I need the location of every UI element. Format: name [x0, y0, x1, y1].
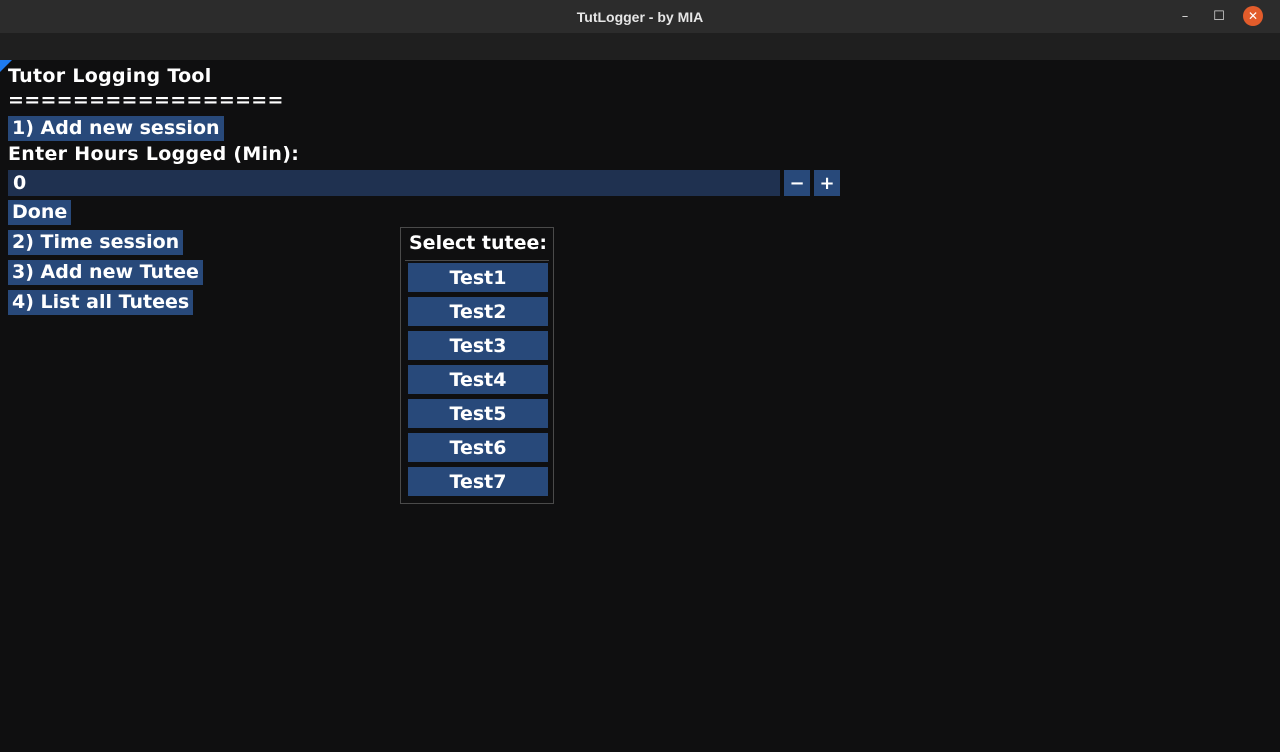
menu-bar: [0, 33, 1280, 60]
done-button[interactable]: Done: [8, 200, 72, 225]
time-session-button[interactable]: 2) Time session: [8, 230, 184, 255]
select-tutee-popup: Select tutee: Test1 Test2 Test3 Test4 Te…: [400, 227, 554, 504]
window-controls: – ☐ ✕: [1168, 5, 1270, 27]
list-all-tutees-button[interactable]: 4) List all Tutees: [8, 290, 194, 315]
plus-icon: +: [819, 172, 835, 194]
tutee-option[interactable]: Test1: [408, 263, 548, 292]
app-heading: Tutor Logging Tool: [8, 65, 212, 87]
tutee-option[interactable]: Test3: [408, 331, 548, 360]
app-canvas: Tutor Logging Tool ================= 1) …: [0, 60, 1280, 752]
increment-button[interactable]: +: [814, 170, 840, 196]
tutee-option[interactable]: Test5: [408, 399, 548, 428]
close-button[interactable]: ✕: [1236, 5, 1270, 27]
window-titlebar: TutLogger - by MIA – ☐ ✕: [0, 0, 1280, 33]
minimize-icon: –: [1181, 8, 1189, 24]
add-new-session-button[interactable]: 1) Add new session: [8, 116, 224, 141]
popup-divider: [405, 260, 549, 261]
tutee-option[interactable]: Test6: [408, 433, 548, 462]
hours-input[interactable]: 0: [8, 170, 780, 196]
tutee-option[interactable]: Test4: [408, 365, 548, 394]
tutee-option[interactable]: Test2: [408, 297, 548, 326]
decrement-button[interactable]: −: [784, 170, 810, 196]
maximize-button[interactable]: ☐: [1202, 5, 1236, 27]
minus-icon: −: [789, 172, 805, 194]
close-icon: ✕: [1243, 6, 1263, 26]
hours-label: Enter Hours Logged (Min):: [8, 143, 300, 165]
heading-divider: =================: [8, 89, 284, 111]
add-new-tutee-button[interactable]: 3) Add new Tutee: [8, 260, 203, 285]
minimize-button[interactable]: –: [1168, 5, 1202, 27]
maximize-icon: ☐: [1213, 8, 1225, 24]
popup-title: Select tutee:: [409, 232, 547, 254]
window-title: TutLogger - by MIA: [576, 8, 704, 25]
tutee-option[interactable]: Test7: [408, 467, 548, 496]
